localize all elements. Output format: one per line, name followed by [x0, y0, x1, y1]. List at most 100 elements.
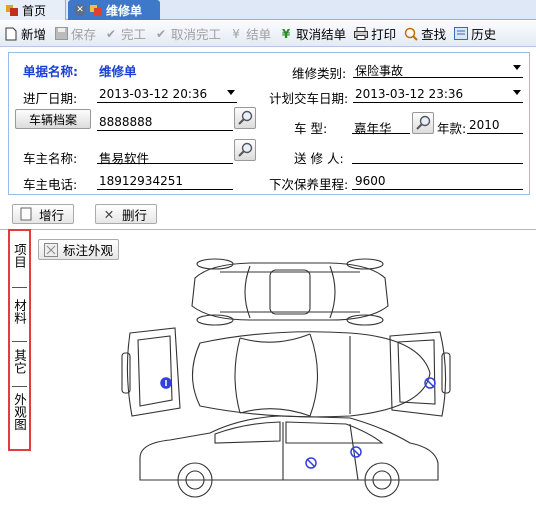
repair-type-value: 保险事故	[355, 64, 404, 78]
repair-type-label: 维修类别:	[292, 66, 347, 81]
model-value: 嘉年华	[354, 121, 392, 136]
cancel-settle-button[interactable]: ¥ 取消结单	[275, 22, 350, 46]
model-label: 车 型:	[294, 121, 328, 136]
model-search-button[interactable]	[412, 112, 434, 134]
entry-date-picker[interactable]: 2013-03-12 20:36	[97, 85, 237, 103]
side-tab-other[interactable]: 其它	[10, 349, 29, 377]
entry-date-label: 进厂日期:	[23, 91, 78, 106]
next-mileage-underline	[352, 189, 523, 190]
add-row-icon	[19, 207, 33, 221]
check-icon: ✔	[106, 26, 117, 41]
repair-order-form: 单据名称: 维修单 维修类别: 保险事故 进厂日期: 2013-03-12 20…	[8, 52, 530, 195]
finish-button[interactable]: ✔ 完工	[100, 22, 150, 46]
magnifier-icon	[238, 142, 253, 157]
cancel-finish-label: 取消完工	[171, 27, 222, 42]
car-side-view	[139, 415, 439, 498]
find-button[interactable]: 查找	[400, 22, 450, 46]
plate-underline	[97, 130, 233, 131]
phone-value: 18912934251	[99, 174, 183, 188]
year-underline	[467, 133, 523, 134]
plate-search-button[interactable]	[234, 107, 256, 129]
owner-underline	[97, 163, 233, 164]
find-label: 查找	[421, 27, 447, 42]
year-label: 年款:	[437, 121, 467, 136]
check-icon: ✔	[156, 26, 167, 41]
toolbar: 新增 保存 ✔ 完工 ✔ 取消完工 ¥ 结单 ¥ 取消结单 打印 查找 历史	[0, 21, 536, 47]
mark-appearance-button[interactable]: 标注外观	[38, 239, 120, 260]
side-tab-items[interactable]: 项目	[10, 243, 29, 271]
damage-marker-icon[interactable]	[305, 457, 317, 469]
entry-date-value: 2013-03-12 20:36	[99, 87, 208, 101]
side-tab-materials-label: 材料	[12, 299, 27, 324]
settle-button[interactable]: ¥ 结单	[225, 22, 275, 46]
delete-row-button[interactable]: ✕ 删行	[95, 204, 157, 224]
magnifier-icon	[416, 115, 431, 130]
new-button[interactable]: 新增	[0, 22, 50, 46]
new-document-icon	[4, 27, 18, 41]
owner-label: 车主名称:	[23, 151, 78, 166]
next-mileage-value: 9600	[355, 174, 386, 188]
side-tab-divider	[12, 287, 27, 288]
save-label: 保存	[71, 27, 97, 42]
car-top-view	[191, 258, 389, 326]
mark-appearance-label: 标注外观	[63, 243, 114, 258]
tab-home-label: 首页	[22, 3, 47, 18]
print-button[interactable]: 打印	[350, 22, 400, 46]
planned-date-label: 计划交车日期:	[269, 91, 349, 106]
add-row-button[interactable]: 增行	[12, 204, 74, 224]
doc-name-label: 单据名称:	[23, 64, 78, 79]
planned-date-picker[interactable]: 2013-03-12 23:36	[353, 85, 523, 103]
save-button[interactable]: 保存	[50, 22, 100, 46]
history-button[interactable]: 历史	[450, 22, 500, 46]
damage-marker-icon[interactable]	[350, 446, 362, 458]
cancel-finish-button[interactable]: ✔ 取消完工	[150, 22, 225, 46]
side-tab-other-label: 其它	[12, 349, 27, 374]
floppy-disk-icon	[54, 27, 68, 41]
side-tab-appearance-label: 外观图	[12, 393, 27, 431]
home-page-icon	[6, 4, 18, 16]
phone-label: 车主电话:	[23, 177, 78, 192]
mark-appearance-icon	[44, 242, 58, 257]
form-page-icon	[90, 4, 102, 16]
owner-value: 售易软件	[99, 151, 150, 166]
side-tab-items-label: 项目	[12, 243, 27, 268]
plate-value: 8888888	[99, 115, 153, 129]
magnifier-icon	[404, 27, 418, 41]
damage-marker-icon[interactable]	[160, 377, 172, 389]
planned-date-value: 2013-03-12 23:36	[355, 87, 464, 101]
side-tab-divider	[12, 386, 27, 387]
sender-label: 送 修 人:	[294, 151, 344, 166]
sender-underline	[352, 163, 523, 164]
chevron-down-icon	[227, 90, 235, 95]
printer-icon	[354, 27, 369, 41]
tab-repair-order-label: 维修单	[106, 3, 143, 18]
finish-label: 完工	[121, 27, 147, 42]
settle-label: 结单	[246, 27, 272, 42]
magnifier-icon	[238, 110, 253, 125]
cancel-settle-label: 取消结单	[296, 27, 347, 42]
yen-icon: ¥	[281, 26, 291, 41]
side-tab-materials[interactable]: 材料	[10, 299, 29, 327]
repair-type-select[interactable]: 保险事故	[353, 60, 523, 78]
phone-underline	[97, 189, 233, 190]
car-front-view	[121, 327, 181, 417]
doc-name-value: 维修单	[99, 64, 137, 79]
delete-row-icon: ✕	[103, 206, 115, 222]
history-label: 历史	[471, 27, 497, 42]
delete-row-label: 删行	[122, 207, 148, 223]
print-label: 打印	[371, 27, 397, 42]
side-tab-appearance[interactable]: 外观图	[10, 393, 29, 434]
yen-icon: ¥	[232, 26, 240, 41]
side-tabs: 项目 材料 其它 外观图	[8, 229, 31, 451]
owner-search-button[interactable]	[234, 139, 256, 161]
next-mileage-label: 下次保养里程:	[269, 177, 349, 192]
chevron-down-icon	[513, 90, 521, 95]
close-tab-icon[interactable]: ✕	[74, 4, 86, 16]
history-icon	[454, 27, 469, 41]
car-diagram[interactable]	[120, 258, 460, 510]
tab-repair-order[interactable]: ✕ 维修单	[68, 0, 160, 20]
car-plan-view	[192, 331, 431, 418]
side-tab-divider	[12, 341, 27, 342]
tab-home[interactable]: 首页	[0, 0, 66, 20]
vehicle-archive-button[interactable]: 车辆档案	[15, 109, 91, 129]
